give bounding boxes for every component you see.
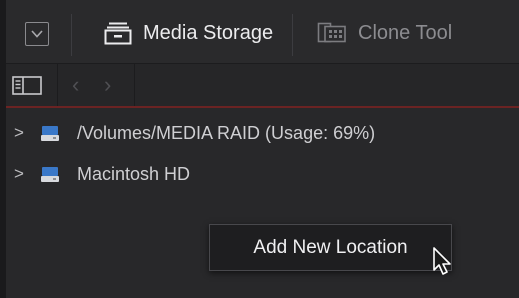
- browser-toolbar: ‹ ›: [6, 64, 519, 108]
- add-new-location-menu-item[interactable]: Add New Location: [253, 237, 407, 259]
- storage-volume-row[interactable]: > Macintosh HD: [6, 159, 486, 189]
- forward-arrow-icon[interactable]: ›: [104, 72, 111, 98]
- tab-media-storage-label: Media Storage: [143, 21, 274, 44]
- chevron-down-icon: [31, 30, 43, 38]
- context-menu: Add New Location: [209, 224, 452, 271]
- hard-drive-icon: [41, 126, 59, 141]
- storage-drawer-icon: [104, 22, 132, 45]
- back-arrow-icon[interactable]: ‹: [72, 72, 79, 98]
- tab-clone-tool-label: Clone Tool: [358, 21, 453, 44]
- storage-volume-label: Macintosh HD: [77, 163, 191, 184]
- toolbar-divider: [134, 64, 135, 106]
- tab-clone-tool[interactable]: Clone Tool: [317, 18, 452, 48]
- sidebar-toggle-icon[interactable]: [12, 76, 42, 96]
- toolbar-divider: [57, 64, 58, 106]
- storage-volume-row[interactable]: > /Volumes/MEDIA RAID (Usage: 69%): [6, 118, 486, 148]
- chevron-right-icon[interactable]: >: [14, 164, 26, 184]
- storage-volume-label: /Volumes/MEDIA RAID (Usage: 69%): [77, 122, 376, 143]
- hard-drive-icon: [41, 167, 59, 182]
- mouse-pointer-icon: [433, 247, 451, 275]
- chevron-right-icon[interactable]: >: [14, 123, 26, 143]
- tab-divider: [71, 14, 72, 56]
- panel-toggle-button[interactable]: [25, 22, 49, 46]
- tab-divider: [292, 14, 293, 56]
- tab-media-storage[interactable]: Media Storage: [104, 18, 273, 48]
- tab-bar: Media Storage Clone Tool: [6, 0, 519, 64]
- clone-tool-icon: [317, 22, 346, 43]
